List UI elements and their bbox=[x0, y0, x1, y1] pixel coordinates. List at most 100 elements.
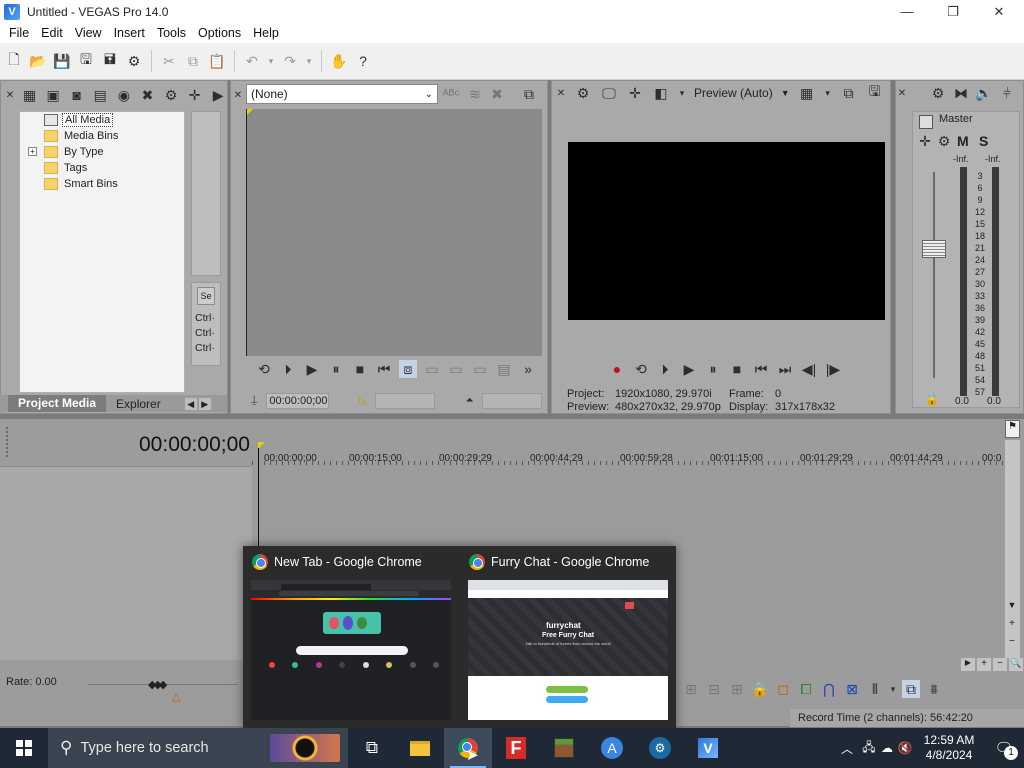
menu-edit[interactable]: Edit bbox=[35, 26, 69, 40]
go-to-end-icon[interactable]: ⏭ bbox=[776, 360, 794, 378]
media-fx-icon[interactable]: ▤ bbox=[92, 86, 110, 104]
speaker-icon[interactable]: 🔈 bbox=[975, 84, 993, 102]
in-point-icon[interactable]: ◺ bbox=[355, 392, 371, 410]
lock-events-icon[interactable]: 🔒 bbox=[751, 680, 769, 698]
taskbar-search-box[interactable]: ⚲ Type here to search bbox=[48, 728, 348, 768]
web-icon[interactable]: ◉ bbox=[115, 86, 133, 104]
pause-icon[interactable]: ⏸ bbox=[704, 360, 722, 378]
lock-icon[interactable]: 🔒 bbox=[923, 390, 941, 408]
normal-edit-tool-icon[interactable]: ⧉ bbox=[902, 680, 920, 698]
mixer-settings-icon[interactable]: ⚙ bbox=[929, 84, 947, 102]
timeline-splitter[interactable] bbox=[0, 418, 1024, 426]
go-to-start-icon[interactable]: ⏮ bbox=[375, 360, 393, 378]
snapping-icon[interactable]: ⋂ bbox=[820, 680, 838, 698]
solo-button[interactable]: S bbox=[979, 133, 988, 149]
media-settings-icon[interactable]: ⚙ bbox=[162, 86, 180, 104]
preview-title-furry-chat[interactable]: Furry Chat - Google Chrome bbox=[469, 554, 649, 570]
track-list-area[interactable] bbox=[0, 466, 252, 660]
minimize-button[interactable]: — bbox=[884, 0, 930, 23]
out-point-icon[interactable]: ⏶ bbox=[461, 392, 477, 410]
steam-icon[interactable]: ⚙ bbox=[636, 728, 684, 768]
views-arrow-icon[interactable]: ▶ bbox=[209, 86, 227, 104]
video-preview-screen[interactable] bbox=[568, 142, 885, 320]
close-trimmer-icon[interactable]: ✕ bbox=[233, 86, 243, 104]
undo-dropdown-icon[interactable]: ▾ bbox=[266, 51, 276, 71]
tree-item-all-media[interactable]: All Media bbox=[44, 112, 114, 128]
trim-end-icon[interactable]: ⊞ bbox=[728, 680, 746, 698]
timeline-ruler[interactable]: 00:00:00;00 00:00:15;00 00:00:29;29 00:0… bbox=[252, 440, 1004, 468]
downmix-icon[interactable]: ⧓ bbox=[952, 84, 970, 102]
paste-icon[interactable]: 📋 bbox=[207, 51, 227, 71]
get-media-icon[interactable]: ◙ bbox=[68, 86, 86, 104]
tab-project-media[interactable]: Project Media bbox=[8, 395, 107, 412]
master-bus-icon[interactable] bbox=[919, 115, 933, 129]
redo-icon[interactable]: ↷ bbox=[280, 51, 300, 71]
selection-end-field[interactable] bbox=[481, 392, 543, 409]
ripple-edit-icon[interactable]: ⫴ bbox=[866, 680, 884, 698]
markers-flag-icon[interactable]: ⚑ bbox=[1005, 420, 1020, 438]
whats-this-help-icon[interactable]: ? bbox=[353, 51, 373, 71]
ripple-dropdown-icon[interactable]: ▾ bbox=[889, 680, 897, 698]
expand-by-type-icon[interactable]: + bbox=[28, 147, 37, 156]
notification-center-icon[interactable]: 🗨 1 bbox=[984, 728, 1024, 768]
close-preview-icon[interactable]: ✕ bbox=[556, 84, 566, 102]
tab-scroll-left-icon[interactable]: ◀ bbox=[184, 397, 197, 410]
copy-snapshot-icon[interactable]: ⧉ bbox=[840, 84, 858, 102]
add-before-cursor-icon[interactable]: ▭ bbox=[447, 360, 465, 378]
preview-fx-dropdown-icon[interactable]: ▾ bbox=[678, 84, 686, 102]
minecraft-icon[interactable] bbox=[540, 728, 588, 768]
vegas-app-icon[interactable]: V bbox=[4, 3, 20, 20]
new-project-icon[interactable]: 🗋 bbox=[4, 51, 24, 71]
trimmer-window-icon[interactable]: ⧉ bbox=[520, 85, 538, 103]
add-after-cursor-icon[interactable]: ▭ bbox=[471, 360, 489, 378]
volume-muted-icon[interactable]: 🔇 bbox=[896, 739, 914, 757]
close-mixer-icon[interactable]: ✕ bbox=[897, 84, 907, 102]
next-frame-icon[interactable]: |▶ bbox=[824, 360, 842, 378]
import-media-icon[interactable]: ▦ bbox=[21, 86, 39, 104]
trim-start-icon[interactable]: ⊞ bbox=[682, 680, 700, 698]
tab-scroll-right-icon[interactable]: ▶ bbox=[198, 397, 211, 410]
capture-video-icon[interactable]: ▣ bbox=[44, 86, 62, 104]
vegas-taskbar-icon[interactable]: V bbox=[684, 728, 732, 768]
app-store-icon[interactable]: A bbox=[588, 728, 636, 768]
tree-item-by-type[interactable]: By Type bbox=[44, 144, 104, 160]
trim-mode-icon[interactable]: ⧈ bbox=[399, 360, 417, 378]
copy-icon[interactable]: ⧉ bbox=[183, 51, 203, 71]
preview-title-new-tab[interactable]: New Tab - Google Chrome bbox=[252, 554, 422, 570]
play-icon[interactable]: ▶ bbox=[303, 360, 321, 378]
play-from-start-icon[interactable]: ⏵ bbox=[656, 360, 674, 378]
timeline-grip[interactable] bbox=[6, 427, 12, 457]
tree-item-tags[interactable]: Tags bbox=[44, 160, 87, 176]
clear-trimmer-icon[interactable]: ✖ bbox=[488, 85, 506, 103]
enable-snapping-icon[interactable]: ✋ bbox=[329, 51, 349, 71]
search-highlight-eclipse-icon[interactable] bbox=[270, 734, 340, 762]
show-hidden-icons-chevron-icon[interactable]: ︿ bbox=[838, 739, 856, 757]
undo-icon[interactable]: ↶ bbox=[242, 51, 262, 71]
add-to-timeline-icon[interactable]: ▭ bbox=[423, 360, 441, 378]
onedrive-icon[interactable]: ☁ bbox=[878, 739, 896, 757]
render-as-icon[interactable]: 🖬 bbox=[100, 51, 120, 71]
chrome-taskbar-icon[interactable]: ➤ bbox=[444, 728, 492, 768]
preview-properties-icon[interactable]: ⚙ bbox=[574, 84, 592, 102]
marker-icon[interactable]: ◻ bbox=[774, 680, 792, 698]
scroll-down-icon[interactable]: ▼ bbox=[1006, 600, 1018, 612]
save-icon[interactable]: 💾 bbox=[52, 51, 72, 71]
stop-icon[interactable]: ■ bbox=[351, 360, 369, 378]
start-button[interactable] bbox=[0, 728, 48, 768]
trimmer-timecode[interactable]: 00:00:00;00 bbox=[266, 392, 329, 409]
tab-explorer[interactable]: Explorer bbox=[106, 397, 171, 411]
properties-gear-icon[interactable]: ⚙ bbox=[124, 51, 144, 71]
menu-file[interactable]: File bbox=[3, 26, 35, 40]
zoom-out-vertical-icon[interactable]: − bbox=[1006, 636, 1018, 648]
menu-help[interactable]: Help bbox=[247, 26, 285, 40]
maximize-button[interactable]: ❐ bbox=[930, 0, 976, 23]
file-explorer-icon[interactable] bbox=[396, 728, 444, 768]
previous-frame-icon[interactable]: ◀| bbox=[800, 360, 818, 378]
network-icon[interactable]: 🖧 bbox=[860, 739, 878, 757]
tree-item-media-bins[interactable]: Media Bins bbox=[44, 128, 118, 144]
tree-item-smart-bins[interactable]: Smart Bins bbox=[44, 176, 118, 192]
trim-more-icon[interactable]: ▤ bbox=[495, 360, 513, 378]
timeline-timecode[interactable]: 00:00:00;00 bbox=[139, 433, 250, 457]
record-icon[interactable]: ● bbox=[608, 360, 626, 378]
close-button[interactable]: ✕ bbox=[976, 0, 1022, 23]
